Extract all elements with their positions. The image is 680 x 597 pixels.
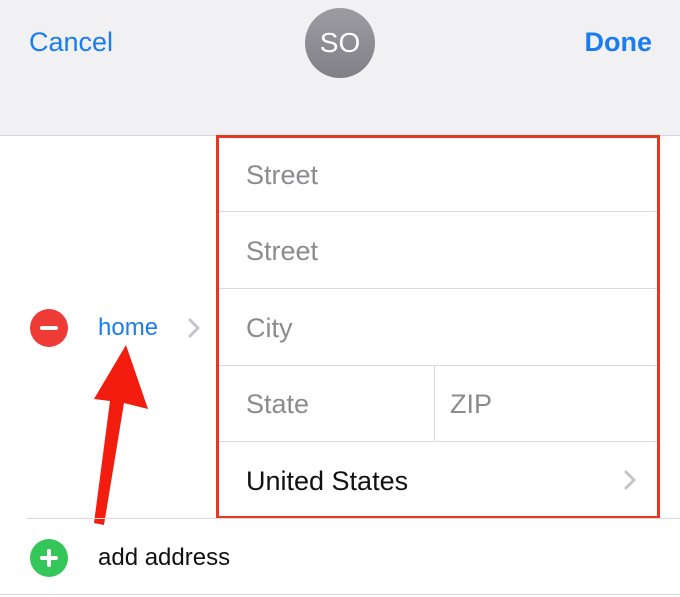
cancel-button[interactable]: Cancel <box>29 24 113 60</box>
street-line2-field[interactable]: Street <box>219 213 657 289</box>
divider <box>219 288 657 289</box>
zip-field[interactable]: ZIP <box>423 366 657 442</box>
minus-circle-icon[interactable] <box>30 309 68 347</box>
arrow-annotation-icon <box>94 345 148 525</box>
nav-header: Cancel SO Done <box>0 0 680 136</box>
address-label-button[interactable]: home <box>98 310 158 346</box>
divider <box>219 441 657 442</box>
divider <box>0 594 680 595</box>
divider <box>27 518 680 519</box>
street-line1-field[interactable]: Street <box>219 137 657 213</box>
edit-contact-screen: Cancel SO Done home Street Street City S… <box>0 0 680 597</box>
avatar[interactable]: SO <box>305 8 375 78</box>
chevron-right-icon[interactable] <box>186 318 202 338</box>
add-address-button[interactable]: add address <box>98 540 230 576</box>
divider <box>219 211 657 212</box>
plus-circle-icon[interactable] <box>30 539 68 577</box>
chevron-right-icon[interactable] <box>623 470 637 490</box>
address-fields: Street Street City State ZIP United Stat… <box>219 137 657 517</box>
state-field[interactable]: State <box>219 366 434 442</box>
city-field[interactable]: City <box>219 290 657 366</box>
country-selector[interactable]: United States <box>219 443 657 519</box>
done-button[interactable]: Done <box>585 24 653 60</box>
